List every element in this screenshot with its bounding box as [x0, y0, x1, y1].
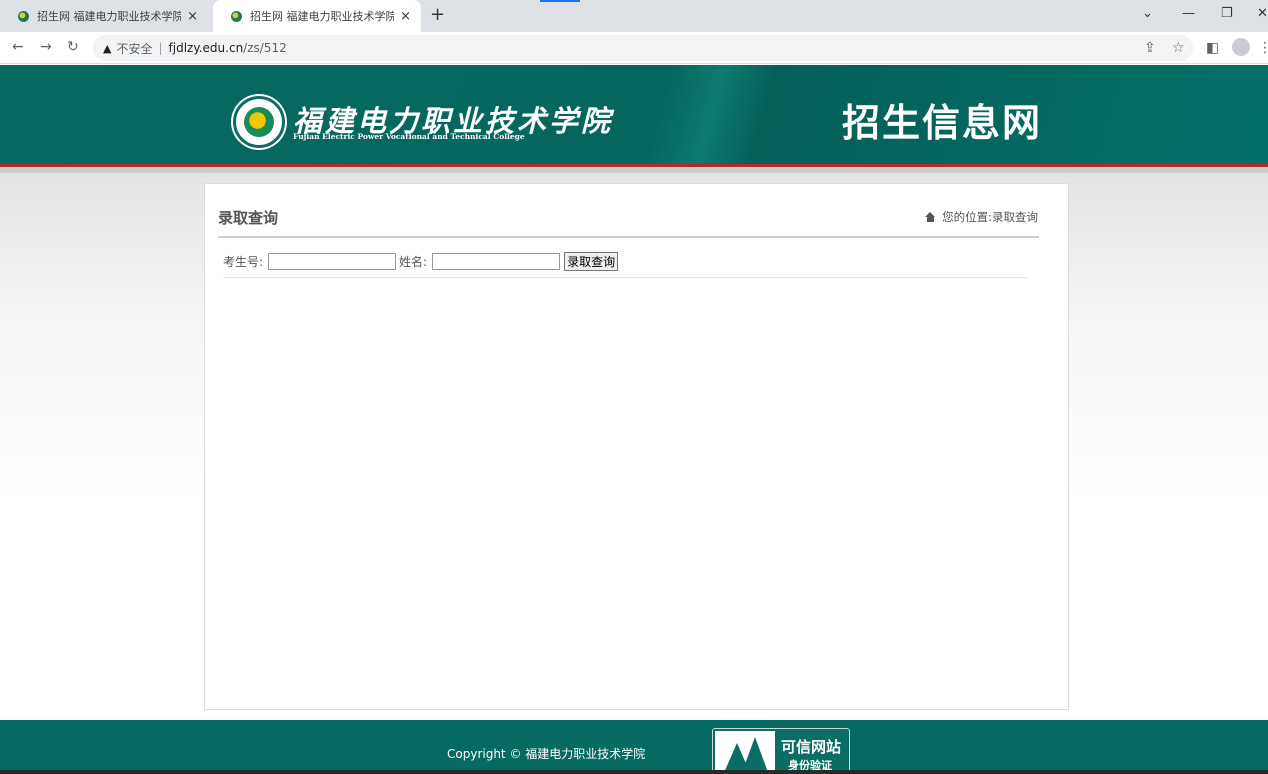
share-icon[interactable]: ⇪	[1144, 40, 1156, 56]
close-window-icon[interactable]: ✕	[1257, 6, 1268, 21]
address-separator: |	[158, 41, 163, 55]
side-panel-icon[interactable]: ◧	[1206, 40, 1219, 56]
site-footer: Copyright © 福建电力职业技术学院 可信网站 身份验证	[0, 720, 1268, 774]
back-icon[interactable]: ←	[12, 39, 24, 55]
browser-tab-bar: 招生网 福建电力职业技术学院 × 招生网 福建电力职业技术学院 × + ⌄ — …	[0, 0, 1268, 32]
reload-icon[interactable]: ↻	[67, 39, 79, 55]
warning-icon[interactable]: ▲	[103, 42, 111, 55]
title-divider	[218, 236, 1039, 238]
url-path[interactable]: /zs/512	[243, 41, 287, 55]
home-icon	[925, 212, 936, 222]
security-label[interactable]: 不安全	[116, 40, 152, 57]
new-tab-button[interactable]: +	[430, 4, 445, 25]
browser-tab-2[interactable]: 招生网 福建电力职业技术学院 ×	[213, 0, 421, 32]
breadcrumb-current[interactable]: 录取查询	[992, 209, 1038, 225]
trust-badge-title: 可信网站	[781, 738, 842, 756]
breadcrumb-prefix: 您的位置:	[942, 210, 992, 224]
section-title: 录取查询	[218, 209, 279, 227]
trusted-site-badge[interactable]: 可信网站 身份验证	[712, 728, 850, 774]
favicon-icon	[18, 10, 29, 22]
breadcrumb: 您的位置: 录取查询	[925, 209, 1038, 225]
browser-tab-1[interactable]: 招生网 福建电力职业技术学院 ×	[0, 0, 208, 32]
address-bar[interactable]: ▲ 不安全 | fjdlzy.edu.cn /zs/512	[93, 35, 1193, 61]
url-host[interactable]: fjdlzy.edu.cn	[169, 41, 244, 55]
exam-number-label: 考生号:	[223, 255, 264, 269]
browser-toolbar: ← → ↻ ▲ 不安全 | fjdlzy.edu.cn /zs/512 ⇪ ☆ …	[0, 32, 1268, 64]
site-title: 招生信息网	[842, 101, 1043, 145]
profile-avatar[interactable]	[1232, 38, 1250, 56]
menu-icon[interactable]: ⋮	[1258, 40, 1268, 56]
tab-search-icon[interactable]: ⌄	[1142, 6, 1153, 21]
content-panel: 录取查询 您的位置: 录取查询 考生号: 姓名: 录取查询	[204, 183, 1069, 710]
favicon-icon	[231, 10, 242, 22]
close-tab-icon[interactable]: ×	[400, 9, 411, 24]
forward-icon[interactable]: →	[40, 39, 52, 55]
tab-title: 招生网 福建电力职业技术学院	[250, 10, 395, 23]
copyright-text: Copyright © 福建电力职业技术学院	[447, 747, 646, 761]
name-label: 姓名:	[399, 255, 428, 269]
college-emblem-icon	[233, 96, 285, 148]
college-name-en: Fujian Electric Power Vocational and Tec…	[293, 132, 525, 141]
trust-logo-icon	[715, 731, 775, 773]
restore-icon[interactable]: ❐	[1221, 6, 1233, 21]
tab-title: 招生网 福建电力职业技术学院	[37, 10, 182, 23]
taskbar-strip	[0, 770, 1268, 774]
admission-query-form: 考生号: 姓名: 录取查询	[223, 252, 619, 271]
minimize-icon[interactable]: —	[1182, 6, 1195, 21]
bookmark-star-icon[interactable]: ☆	[1172, 40, 1185, 56]
exam-number-input[interactable]	[268, 253, 397, 270]
form-divider	[223, 277, 1027, 278]
site-header	[0, 65, 1268, 164]
drag-indicator	[540, 0, 580, 2]
admission-query-button[interactable]: 录取查询	[564, 252, 619, 271]
close-tab-icon[interactable]: ×	[187, 9, 198, 24]
name-input[interactable]	[432, 253, 561, 270]
